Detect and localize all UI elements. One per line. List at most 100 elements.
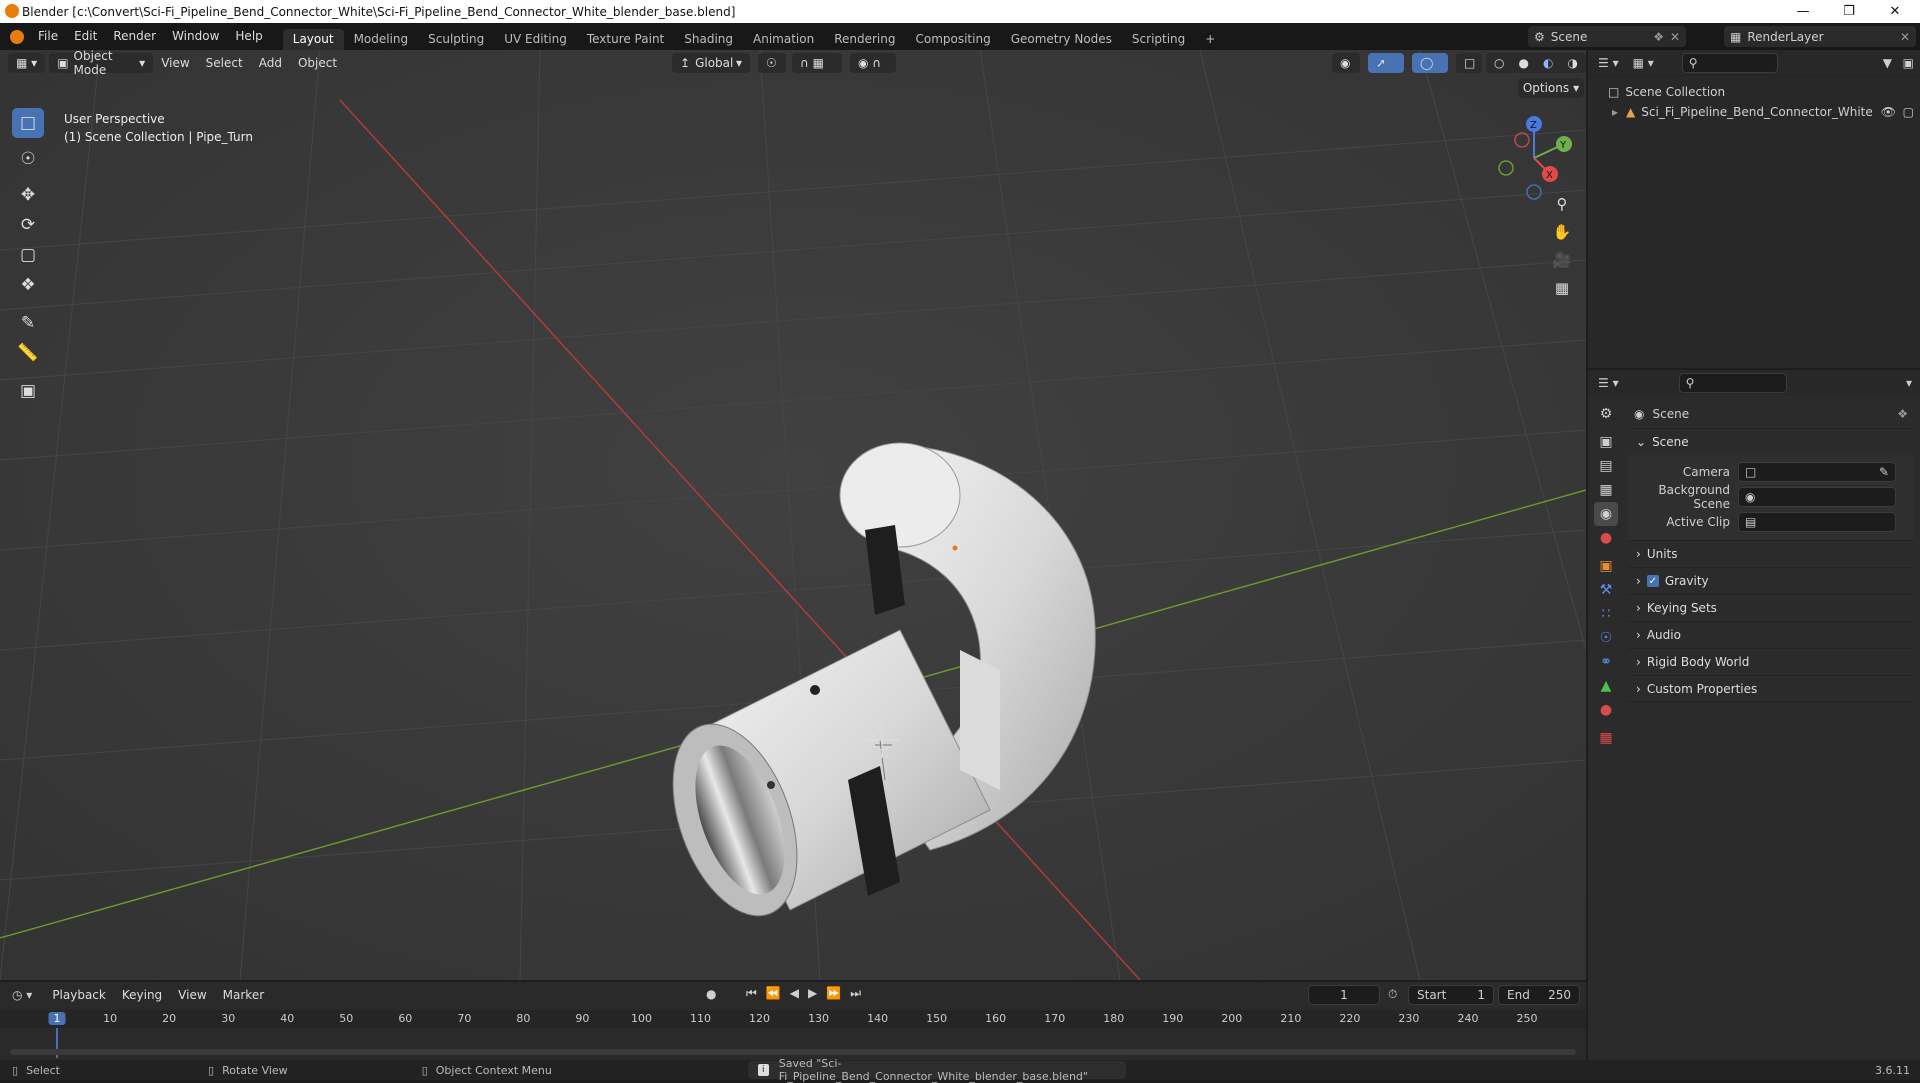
active-clip-field[interactable]: ▤ [1738,511,1896,532]
gravity-checkbox[interactable]: ✓ [1646,575,1659,587]
cursor-icon[interactable]: ☉ [12,144,44,174]
menu-edit[interactable]: Edit [66,23,105,50]
minimize-button[interactable]: — [1780,0,1826,23]
restore-button[interactable]: ❐ [1826,0,1872,23]
ortho-grid-icon[interactable]: ▦ [1548,274,1576,302]
object-tab-icon[interactable]: ▣ [1594,554,1618,578]
camera-render-icon[interactable]: ▢ [1903,102,1914,122]
tab-geometry-nodes[interactable]: Geometry Nodes [1001,29,1122,50]
material-shading-icon[interactable]: ◐ [1543,56,1553,70]
tab-scripting[interactable]: Scripting [1122,29,1195,50]
timeline-menu-view[interactable]: View [170,988,214,1002]
rotate-icon[interactable]: ⟳ [12,210,44,240]
gizmo-toggle-button[interactable]: ➚ [1368,53,1404,73]
pivot-point-button[interactable]: ☉ [758,53,786,73]
timeline-menu-marker[interactable]: Marker [215,988,272,1002]
chevron-down-icon[interactable]: ▾ [1906,376,1912,390]
audio-panel-header[interactable]: › Audio [1628,621,1914,648]
display-mode-icon[interactable]: ▦ ▾ [1633,56,1654,70]
wireframe-shading-icon[interactable]: ○ [1494,56,1504,70]
rigid-body-world-panel-header[interactable]: › Rigid Body World [1628,648,1914,675]
particles-tab-icon[interactable]: ∷ [1594,602,1618,626]
tab-animation[interactable]: Animation [743,29,824,50]
filter-icon[interactable]: ▼ [1883,56,1892,70]
viewport-menu-select[interactable]: Select [198,56,251,70]
eyedropper-icon[interactable]: ✎ [1879,465,1889,479]
next-keyframe-icon[interactable]: ⏩ [826,986,841,1001]
select-box-icon[interactable]: □ [12,108,44,138]
prev-keyframe-icon[interactable]: ⏪ [766,986,781,1001]
rendered-shading-icon[interactable]: ◑ [1568,56,1578,70]
timeline-menu-keying[interactable]: Keying [114,988,170,1002]
scene-selector[interactable]: ⚙ Scene ❖ ✕ [1528,26,1686,47]
pin-icon[interactable]: ❖ [1897,407,1908,421]
start-frame-field[interactable]: Start 1 [1408,985,1494,1005]
scene-panel-header[interactable]: ⌄ Scene [1628,428,1914,455]
keying-sets-panel-header[interactable]: › Keying Sets [1628,594,1914,621]
texture-tab-icon[interactable]: ▦ [1594,726,1618,750]
tool-tab-icon[interactable]: ⚙ [1594,402,1618,426]
physics-tab-icon[interactable]: ☉ [1594,626,1618,650]
eye-icon[interactable]: 👁 [1881,102,1896,122]
move-icon[interactable]: ✥ [12,180,44,210]
play-reverse-icon[interactable]: ◀ [790,986,799,1001]
camera-view-icon[interactable]: 🎥 [1548,246,1576,274]
new-collection-icon[interactable]: ▣ [1903,56,1914,70]
tab-modeling[interactable]: Modeling [344,29,419,50]
timeline-scrollbar[interactable] [10,1049,1576,1055]
pan-hand-icon[interactable]: ✋ [1548,218,1576,246]
annotate-icon[interactable]: ✎ [12,308,44,338]
play-icon[interactable]: ▶ [808,986,817,1001]
menu-help[interactable]: Help [227,23,270,50]
orientation-dropdown[interactable]: ↥ Global ▾ [672,53,750,73]
view-layer-tab-icon[interactable]: ▦ [1594,478,1618,502]
remove-scene-icon[interactable]: ✕ [1670,30,1680,44]
viewport-menu-object[interactable]: Object [290,56,345,70]
current-frame-field[interactable]: 1 [1308,985,1380,1005]
properties-editor-icon[interactable]: ☰ ▾ [1598,376,1619,390]
visibility-button[interactable]: ◉ [1332,53,1360,73]
close-window-button[interactable]: ✕ [1872,0,1918,23]
navigation-gizmo[interactable]: Z Y X [1490,112,1580,202]
menu-window[interactable]: Window [164,23,227,50]
gravity-panel-header[interactable]: › ✓ Gravity [1628,567,1914,594]
remove-renderlayer-icon[interactable]: ✕ [1900,30,1910,44]
viewport-menu-add[interactable]: Add [251,56,290,70]
custom-properties-panel-header[interactable]: › Custom Properties [1628,675,1914,702]
modifier-tab-icon[interactable]: ⚒ [1594,578,1618,602]
add-workspace-button[interactable]: + [1195,29,1225,50]
options-dropdown[interactable]: Options ▾ [1518,78,1584,98]
zoom-icon[interactable]: ⚲ [1548,190,1576,218]
record-icon[interactable]: ● [706,987,716,1001]
outliner-item[interactable]: ▸ ▲ Sci_Fi_Pipeline_Bend_Connector_White… [1608,102,1920,122]
solid-shading-icon[interactable]: ● [1519,56,1529,70]
frame-ruler[interactable]: 1 10 20 30 40 50 60 70 80 90 100 110 120 130 140 150 160… [0,1010,1586,1028]
renderlayer-selector[interactable]: ▦ RenderLayer ✕ [1724,26,1916,47]
pin-icon[interactable]: ❖ [1653,30,1664,44]
overlay-toggle-button[interactable]: ◯ [1412,53,1448,73]
material-tab-icon[interactable]: ● [1594,698,1618,722]
timeline-editor-icon[interactable]: ◷ ▾ [12,988,32,1002]
add-cube-icon[interactable]: ▣ [12,376,44,406]
viewport-menu-view[interactable]: View [153,56,197,70]
tab-layout[interactable]: Layout [282,29,344,50]
scale-icon[interactable]: ▢ [12,240,44,270]
scene-tab-icon[interactable]: ◉ [1594,502,1618,526]
units-panel-header[interactable]: › Units [1628,540,1914,567]
xray-toggle-button[interactable]: □ [1456,53,1482,73]
constraints-tab-icon[interactable]: ⚭ [1594,650,1618,674]
outliner-search-input[interactable]: ⚲ [1681,52,1778,73]
menu-file[interactable]: File [30,23,66,50]
tab-rendering[interactable]: Rendering [824,29,905,50]
editor-type-button[interactable]: ▦ ▾ [8,53,46,73]
3d-viewport[interactable]: ▦ ▾ ▣ Object Mode ▾ View Select Add Obje… [0,50,1586,980]
outliner-editor-icon[interactable]: ☰ ▾ [1598,56,1619,70]
tab-texture-paint[interactable]: Texture Paint [577,29,674,50]
snap-button[interactable]: ∩ ▦ [792,53,842,73]
measure-icon[interactable]: 📏 [12,338,44,368]
proportional-edit-button[interactable]: ◉ ∩ [850,53,896,73]
mode-dropdown[interactable]: ▣ Object Mode ▾ [49,50,154,77]
camera-field[interactable]: □ ✎ [1738,461,1896,482]
output-tab-icon[interactable]: ▤ [1594,454,1618,478]
scene-collection-row[interactable]: □ Scene Collection [1608,82,1920,102]
